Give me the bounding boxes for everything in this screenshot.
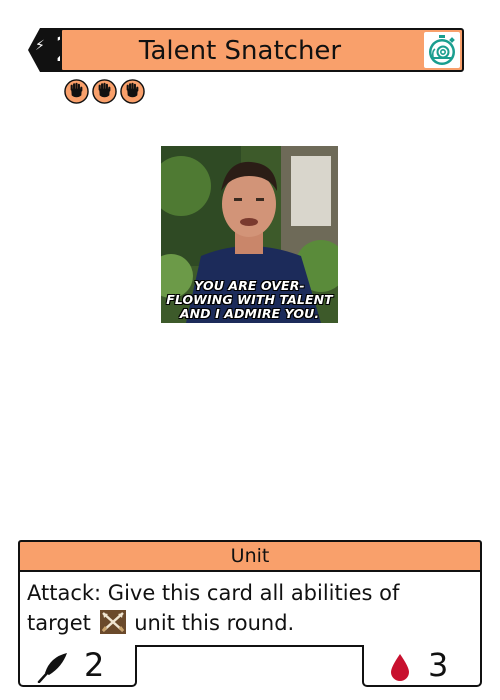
feather-quill-icon: [37, 653, 67, 683]
crossed-swords-icon: [99, 610, 126, 634]
raised-hand-icon: [92, 79, 117, 104]
card-title: Talent Snatcher: [138, 36, 342, 66]
ability-text-box: Attack: Give this card all abilities of …: [18, 570, 482, 647]
lightning-bolt-icon: ⚡: [35, 38, 45, 54]
stopwatch-snail-icon: [424, 32, 460, 68]
blood-drop-icon: [391, 654, 409, 681]
ability-text-target: target: [27, 611, 91, 635]
art-caption: YOU ARE OVER- FLOWING WITH TALENT AND I …: [166, 278, 333, 321]
blood-stat: 3: [362, 645, 482, 687]
blood-value: 3: [428, 646, 449, 684]
hand-icons: [64, 79, 145, 105]
card-art: YOU ARE OVER- FLOWING WITH TALENT AND I …: [161, 146, 338, 323]
card-type: Unit: [18, 540, 482, 572]
title-bar: Talent Snatcher: [60, 28, 464, 72]
power-stat: 2: [18, 645, 137, 687]
raised-hand-icon: [120, 79, 145, 104]
ability-text-line1: Attack: Give this card all abilities of: [27, 581, 400, 605]
power-value: 2: [84, 646, 105, 684]
raised-hand-icon: [64, 79, 89, 104]
ability-text-end: unit this round.: [134, 611, 295, 635]
